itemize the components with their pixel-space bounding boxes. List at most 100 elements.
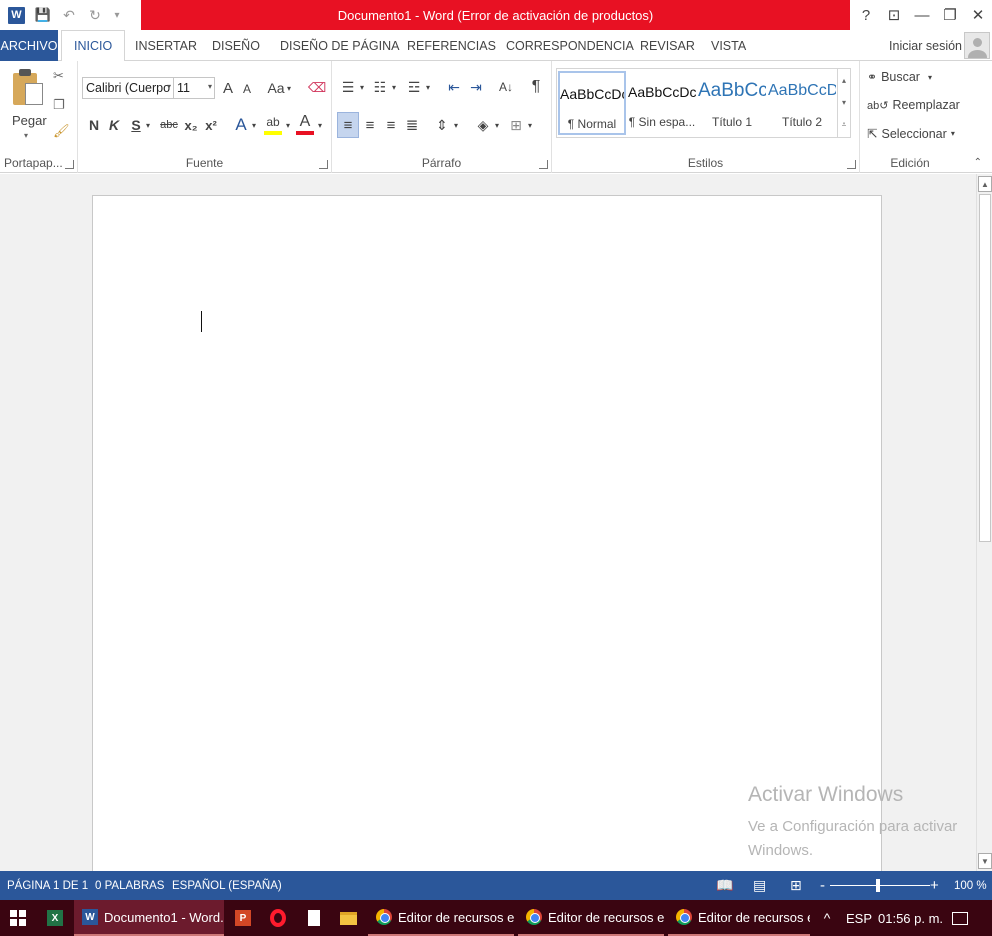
change-case-button[interactable]: Aa [266, 78, 286, 98]
tray-clock[interactable]: 01:56 p. m. [878, 900, 943, 936]
help-icon[interactable]: ? [852, 7, 880, 24]
signin-link[interactable]: Iniciar sesión [889, 30, 962, 61]
scroll-up-icon[interactable]: ▴ [842, 76, 846, 85]
tab-archivo[interactable]: ARCHIVO [0, 30, 58, 61]
zoom-out-button[interactable]: - [820, 871, 825, 900]
minimize-icon[interactable]: — [908, 7, 936, 24]
taskbar-word[interactable]: W Documento1 - Word... [74, 900, 224, 936]
clear-formatting-icon[interactable]: ⌫ [308, 78, 326, 98]
justify-icon[interactable]: ≣ [402, 113, 422, 137]
tray-language[interactable]: ESP [846, 900, 872, 936]
undo-icon[interactable]: ↶ [61, 7, 77, 23]
vertical-scrollbar[interactable]: ▲ ▼ [976, 174, 992, 871]
zoom-slider-thumb[interactable] [876, 879, 880, 892]
multilevel-list-icon[interactable]: ☲ [404, 76, 424, 98]
cut-icon[interactable]: ✂ [53, 68, 64, 84]
scroll-down-icon[interactable]: ▾ [842, 98, 846, 107]
font-color-icon[interactable]: A [296, 113, 314, 135]
save-icon[interactable]: 💾 [35, 7, 51, 23]
tab-insertar[interactable]: INSERTAR [135, 30, 197, 61]
tray-overflow-icon[interactable]: ^ [818, 900, 836, 936]
taskbar-chrome-2[interactable]: Editor de recursos e... [518, 900, 664, 936]
close-icon[interactable]: ✕ [964, 6, 992, 24]
chevron-down-icon[interactable]: ▾ [250, 115, 258, 135]
chevron-down-icon[interactable]: ▾ [526, 113, 534, 137]
paragraph-launcher-icon[interactable] [539, 160, 548, 169]
paste-icon[interactable] [13, 69, 45, 107]
style-titulo-2[interactable]: AaBbCcD Título 2 [768, 71, 836, 135]
shrink-font-button[interactable]: A [240, 80, 254, 98]
font-name-combo[interactable]: Calibri (Cuerpo ▾ [82, 77, 174, 99]
tab-vista[interactable]: VISTA [711, 30, 746, 61]
tab-revisar[interactable]: REVISAR [640, 30, 695, 61]
zoom-level[interactable]: 100 % [954, 871, 987, 900]
highlight-icon[interactable]: ab [264, 113, 282, 135]
scroll-up-icon[interactable]: ▲ [978, 176, 992, 192]
styles-scroll[interactable]: ▴ ▾ ⩡ [837, 69, 850, 137]
taskbar-file[interactable] [298, 900, 330, 936]
clipboard-launcher-icon[interactable] [65, 160, 74, 169]
format-painter-icon[interactable]: 🖌 [53, 123, 70, 139]
taskbar-explorer[interactable] [332, 900, 364, 936]
document-area[interactable] [0, 174, 976, 885]
paste-dropdown-icon[interactable]: ▾ [24, 131, 28, 140]
collapse-ribbon-icon[interactable]: ⌃ [974, 157, 982, 168]
tab-diseno-de-pagina[interactable]: DISEÑO DE PÁGINA [280, 30, 399, 61]
numbering-icon[interactable]: ☷ [370, 76, 390, 98]
zoom-in-button[interactable]: + [930, 871, 939, 900]
start-button[interactable] [0, 900, 36, 936]
taskbar-powerpoint[interactable]: P [226, 900, 260, 936]
font-launcher-icon[interactable] [319, 160, 328, 169]
sort-button[interactable]: A↓ [496, 76, 516, 98]
taskbar-chrome-3[interactable]: Editor de recursos e... [668, 900, 810, 936]
style-sin-espaciado[interactable]: AaBbCcDc ¶ Sin espa... [628, 71, 696, 135]
align-center-icon[interactable]: ≡ [360, 113, 380, 137]
underline-button[interactable]: S [128, 115, 144, 135]
user-avatar[interactable] [964, 32, 990, 59]
scroll-thumb[interactable] [979, 194, 991, 542]
tab-diseno[interactable]: DISEÑO [212, 30, 260, 61]
customize-qat-icon[interactable]: ▾ [113, 7, 121, 23]
italic-button[interactable]: K [106, 115, 122, 135]
borders-icon[interactable]: ⊞ [506, 113, 526, 137]
more-styles-icon[interactable]: ⩡ [842, 120, 847, 130]
chevron-down-icon[interactable]: ▾ [424, 76, 432, 98]
taskbar-excel[interactable]: X [38, 900, 72, 936]
read-mode-icon[interactable]: 📖 [716, 871, 733, 900]
word-app-icon[interactable]: W [8, 6, 25, 24]
superscript-button[interactable]: x² [202, 115, 220, 135]
scroll-down-icon[interactable]: ▼ [978, 853, 992, 869]
chevron-down-icon[interactable]: ▾ [390, 76, 398, 98]
styles-launcher-icon[interactable] [847, 160, 856, 169]
redo-icon[interactable]: ↻ [87, 7, 103, 23]
align-right-icon[interactable]: ≡ [381, 113, 401, 137]
tab-inicio[interactable]: INICIO [61, 30, 126, 62]
chevron-down-icon[interactable]: ▾ [358, 76, 366, 98]
chevron-down-icon[interactable]: ▾ [316, 115, 324, 135]
bold-button[interactable]: N [86, 115, 102, 135]
document-page[interactable] [92, 195, 882, 885]
line-spacing-icon[interactable]: ⇕ [432, 113, 452, 137]
chevron-down-icon[interactable]: ▾ [144, 115, 152, 135]
strikethrough-button[interactable]: abc [158, 115, 180, 135]
chevron-down-icon[interactable]: ▾ [452, 113, 460, 137]
style-normal[interactable]: AaBbCcDc ¶ Normal [558, 71, 626, 135]
action-center-icon[interactable] [950, 900, 970, 936]
copy-icon[interactable]: ❐ [53, 97, 65, 113]
restore-icon[interactable]: ❐ [936, 6, 964, 24]
tab-referencias[interactable]: REFERENCIAS [407, 30, 496, 61]
increase-indent-icon[interactable]: ⇥ [466, 76, 486, 98]
subscript-button[interactable]: x₂ [182, 115, 200, 135]
tab-correspondencia[interactable]: CORRESPONDENCIA [506, 30, 634, 61]
page-count[interactable]: PÁGINA 1 DE 1 [7, 871, 88, 900]
grow-font-button[interactable]: A [220, 78, 236, 98]
align-left-icon[interactable]: ≡ [337, 112, 359, 138]
taskbar-opera[interactable] [262, 900, 294, 936]
word-count[interactable]: 0 PALABRAS [95, 871, 164, 900]
zoom-slider-track[interactable] [830, 885, 930, 886]
style-titulo-1[interactable]: AaBbCc Título 1 [698, 71, 766, 135]
shading-icon[interactable]: ◈ [472, 113, 494, 137]
chevron-down-icon[interactable]: ▾ [285, 78, 293, 98]
text-effects-icon[interactable]: A [232, 114, 250, 136]
bullets-icon[interactable]: ☰ [338, 76, 358, 98]
